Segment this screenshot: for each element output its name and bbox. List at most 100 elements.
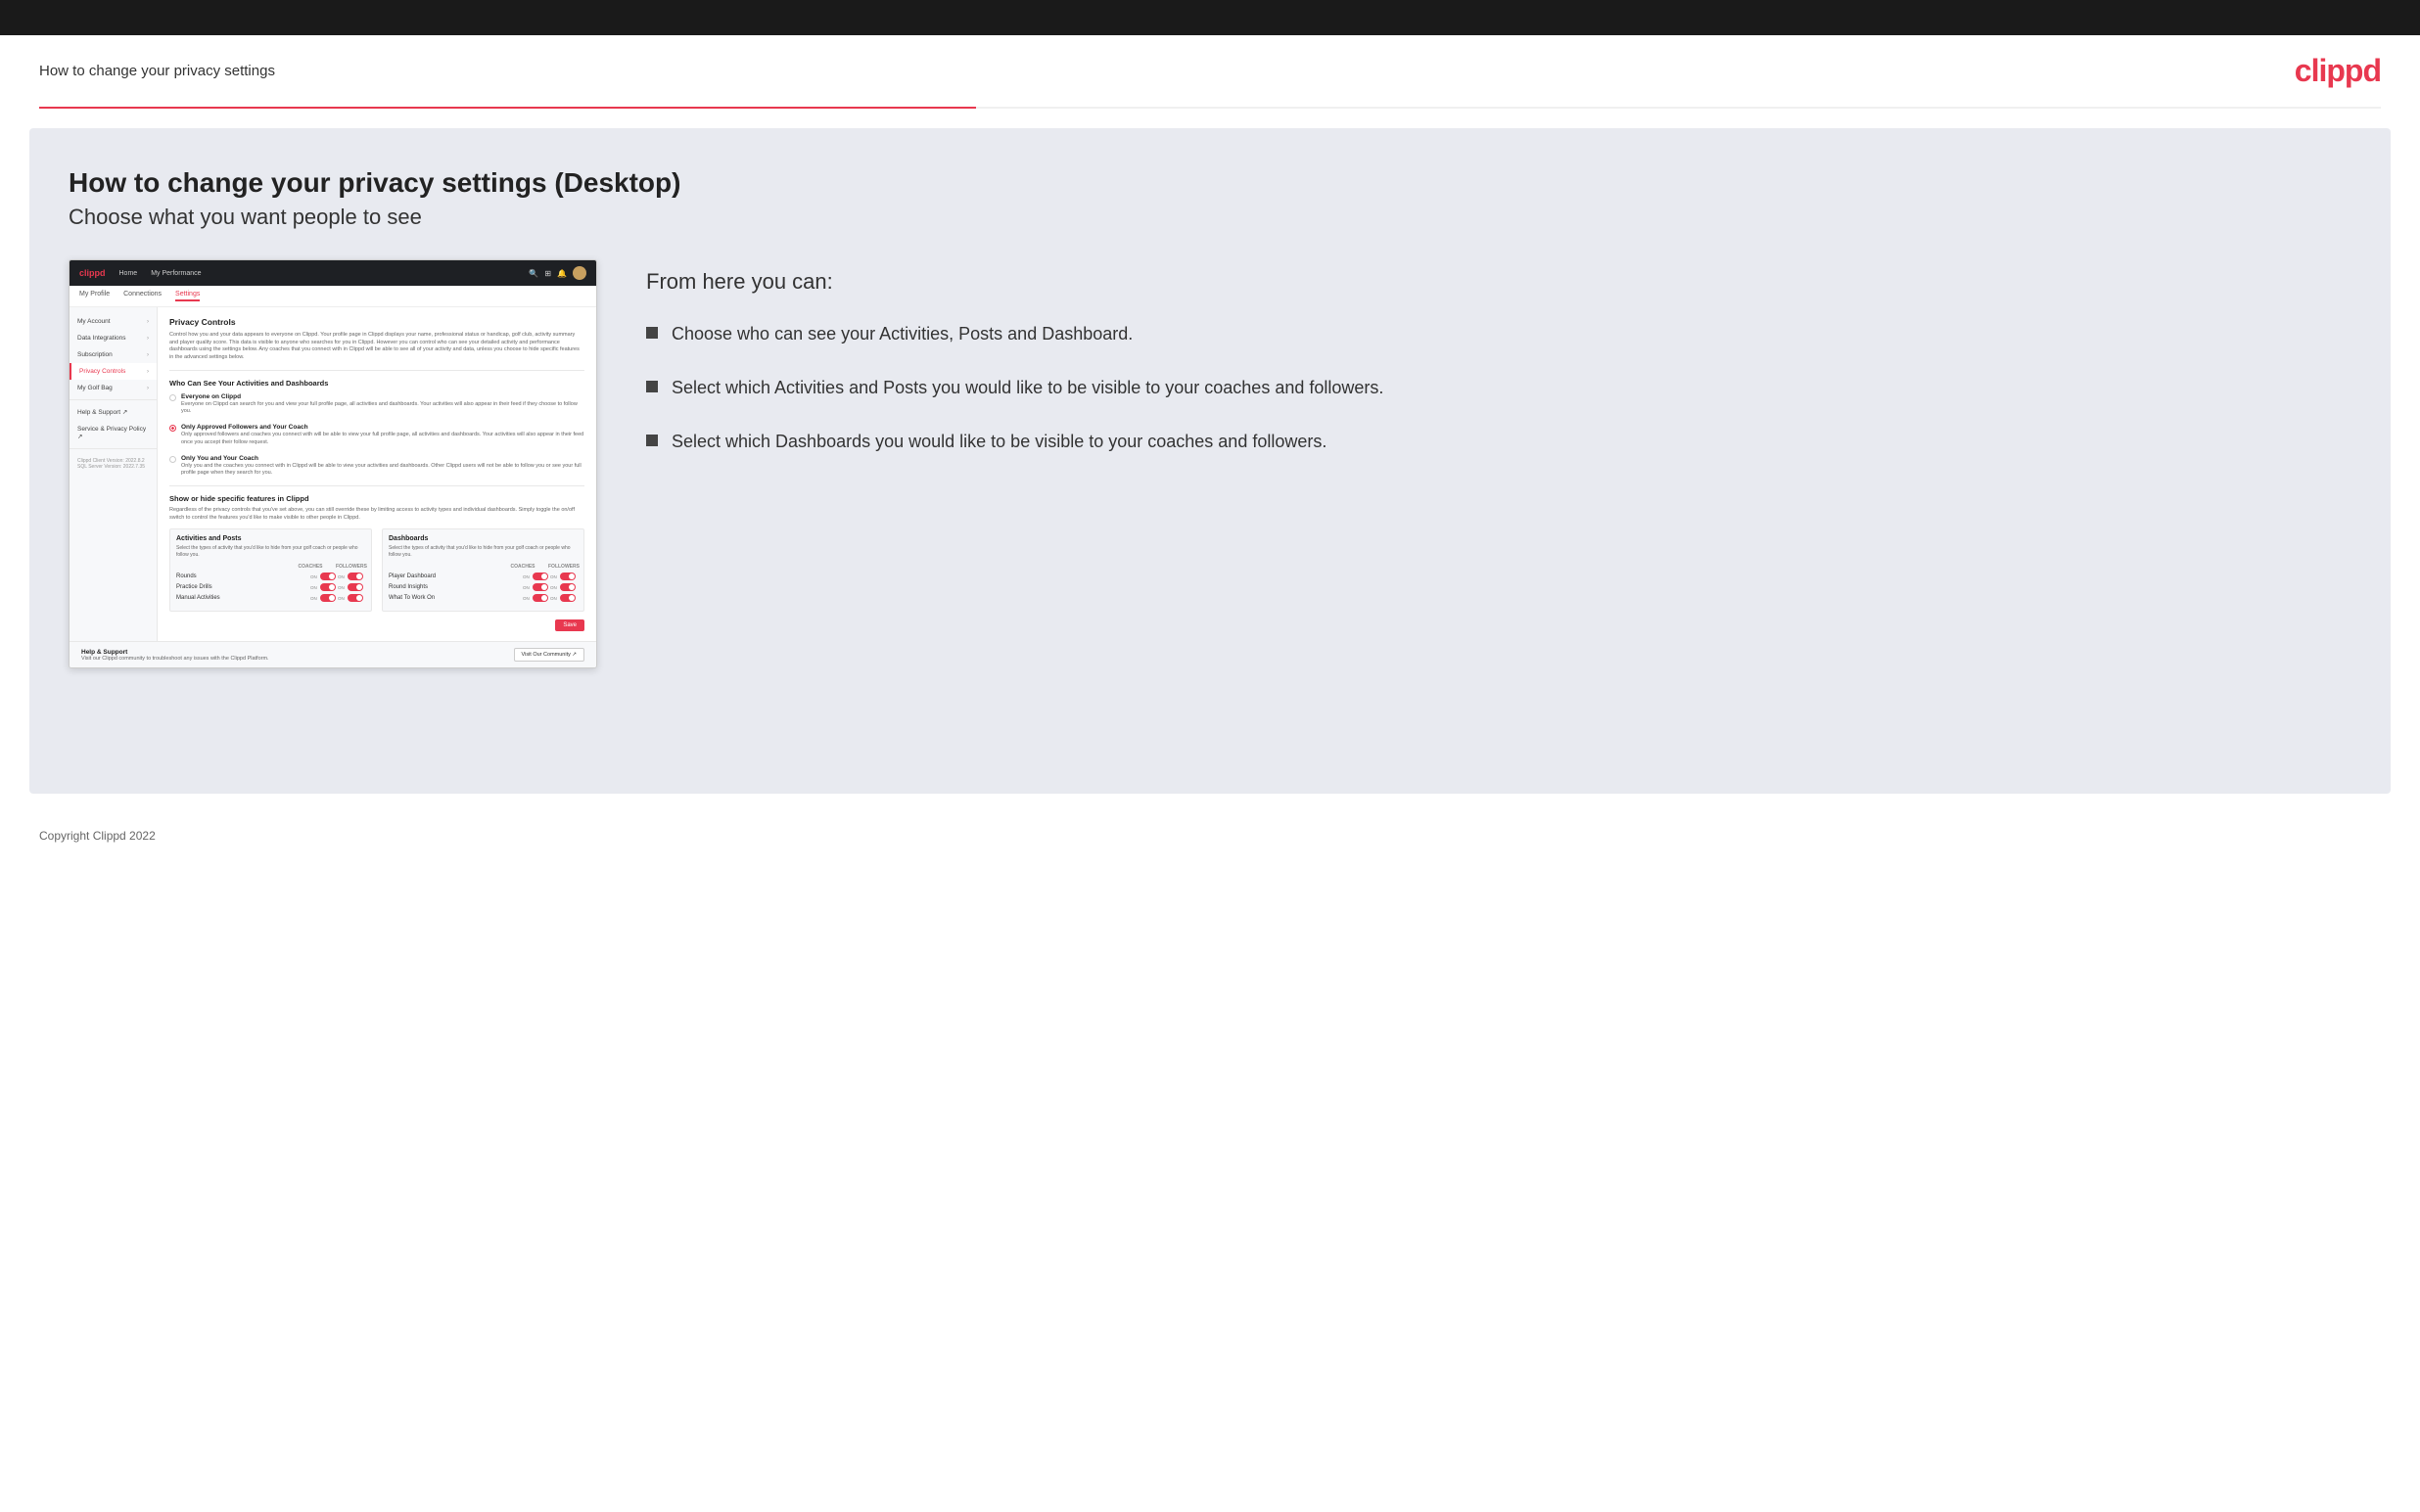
rounds-coaches-switch[interactable] [320,573,336,580]
mock-nav-icons: 🔍 ⊞ 🔔 [529,266,586,280]
radio-input-everyone[interactable] [169,394,176,401]
player-coaches-toggle[interactable]: ON [523,573,550,580]
dashboards-header: COACHES FOLLOWERS [389,564,578,570]
sidebar-subscription[interactable]: Subscription › [70,346,157,363]
radio-group: Everyone on Clippd Everyone on Clippd ca… [169,393,584,478]
mock-body: My Account › Data Integrations › Subscri… [70,307,596,641]
radio-desc-everyone: Everyone on Clippd can search for you an… [181,401,584,416]
visit-community-button[interactable]: Visit Our Community ↗ [514,648,584,662]
radio-desc-only-you: Only you and the coaches you connect wit… [181,463,584,478]
save-button[interactable]: Save [555,619,584,631]
sidebar-divider [70,399,157,400]
work-on-row: What To Work On ON ON [389,594,578,602]
rounds-followers-toggle[interactable]: ON [338,573,365,580]
dash-followers-label: FOLLOWERS [548,564,576,570]
subnav-profile: My Profile [79,291,110,301]
header-divider [39,107,2381,109]
manual-coaches-switch[interactable] [320,594,336,602]
mock-sidebar: My Account › Data Integrations › Subscri… [70,307,158,641]
two-col-layout: clippd Home My Performance 🔍 ⊞ 🔔 My Prof… [69,259,2351,668]
mock-subnav: My Profile Connections Settings [70,286,596,307]
sidebar-my-account[interactable]: My Account › [70,313,157,330]
rounds-coaches-toggle[interactable]: ON [310,573,338,580]
work-coaches-switch[interactable] [533,594,548,602]
radio-label-only-you: Only You and Your Coach [181,455,584,462]
sidebar-data-integrations[interactable]: Data Integrations › [70,330,157,346]
work-followers-switch[interactable] [560,594,576,602]
mock-logo: clippd [79,268,106,278]
version-info: Clippd Client Version: 2022.8.2SQL Serve… [70,452,157,476]
page-subheading: Choose what you want people to see [69,205,2351,230]
dashboards-table: Dashboards Select the types of activity … [382,528,584,612]
subnav-settings: Settings [175,291,200,301]
activities-title: Activities and Posts [176,535,365,542]
footer: Copyright Clippd 2022 [0,813,2420,858]
round-followers-toggle[interactable]: ON [550,583,578,591]
activities-desc: Select the types of activity that you'd … [176,545,365,559]
dashboards-desc: Select the types of activity that you'd … [389,545,578,559]
mock-main-panel: Privacy Controls Control how you and you… [158,307,596,641]
player-dash-row: Player Dashboard ON ON [389,573,578,580]
radio-approved[interactable]: Only Approved Followers and Your Coach O… [169,424,584,446]
bullet-item-2: Select which Activities and Posts you wo… [646,376,2351,400]
practice-coaches-switch[interactable] [320,583,336,591]
chevron-icon: › [147,386,149,391]
practice-followers-toggle[interactable]: ON [338,583,365,591]
practice-coaches-toggle[interactable]: ON [310,583,338,591]
radio-label-everyone: Everyone on Clippd [181,393,584,400]
mock-nav-home: Home [119,270,138,277]
radio-only-you[interactable]: Only You and Your Coach Only you and the… [169,455,584,478]
chevron-icon: › [147,352,149,358]
toggle-tables: Activities and Posts Select the types of… [169,528,584,612]
practice-followers-switch[interactable] [348,583,363,591]
player-followers-switch[interactable] [560,573,576,580]
manual-followers-switch[interactable] [348,594,363,602]
practice-row: Practice Drills ON ON [176,583,365,591]
round-coaches-toggle[interactable]: ON [523,583,550,591]
bullet-text-1: Choose who can see your Activities, Post… [672,322,1133,346]
radio-input-only-you[interactable] [169,456,176,463]
header: How to change your privacy settings clip… [0,35,2420,107]
dashboards-title: Dashboards [389,535,578,542]
dash-coaches-label: COACHES [509,564,536,570]
screenshot-mock: clippd Home My Performance 🔍 ⊞ 🔔 My Prof… [69,259,597,668]
radio-label-approved: Only Approved Followers and Your Coach [181,424,584,431]
mock-navbar: clippd Home My Performance 🔍 ⊞ 🔔 [70,260,596,286]
sidebar-help[interactable]: Help & Support ↗ [70,403,157,421]
chevron-icon: › [147,336,149,342]
show-hide-desc: Regardless of the privacy controls that … [169,507,584,522]
grid-icon: ⊞ [544,269,551,278]
help-title: Help & Support [81,649,269,656]
sidebar-golf-bag[interactable]: My Golf Bag › [70,380,157,396]
rounds-followers-switch[interactable] [348,573,363,580]
bullet-square-2 [646,381,658,392]
sidebar-privacy-policy[interactable]: Service & Privacy Policy ↗ [70,421,157,445]
logo: clippd [2295,53,2381,89]
privacy-controls-title: Privacy Controls [169,317,584,327]
radio-desc-approved: Only approved followers and coaches you … [181,432,584,446]
work-coaches-toggle[interactable]: ON [523,594,550,602]
player-coaches-switch[interactable] [533,573,548,580]
show-hide-title: Show or hide specific features in Clippd [169,494,584,503]
sidebar-privacy-controls[interactable]: Privacy Controls › [70,363,157,380]
mock-help-section: Help & Support Visit our Clippd communit… [70,641,596,667]
work-followers-toggle[interactable]: ON [550,594,578,602]
followers-label: FOLLOWERS [336,564,363,570]
bullet-square-1 [646,327,658,339]
search-icon: 🔍 [529,269,538,278]
manual-followers-toggle[interactable]: ON [338,594,365,602]
bell-icon: 🔔 [557,269,567,278]
save-row: Save [169,619,584,631]
mock-nav-performance: My Performance [151,270,201,277]
privacy-controls-desc: Control how you and your data appears to… [169,332,584,362]
divider-2 [169,485,584,486]
round-followers-switch[interactable] [560,583,576,591]
radio-input-approved[interactable] [169,425,176,432]
radio-everyone[interactable]: Everyone on Clippd Everyone on Clippd ca… [169,393,584,416]
player-followers-toggle[interactable]: ON [550,573,578,580]
activities-table: Activities and Posts Select the types of… [169,528,372,612]
bullet-item-3: Select which Dashboards you would like t… [646,430,2351,454]
screenshot-container: clippd Home My Performance 🔍 ⊞ 🔔 My Prof… [69,259,597,668]
manual-coaches-toggle[interactable]: ON [310,594,338,602]
round-coaches-switch[interactable] [533,583,548,591]
